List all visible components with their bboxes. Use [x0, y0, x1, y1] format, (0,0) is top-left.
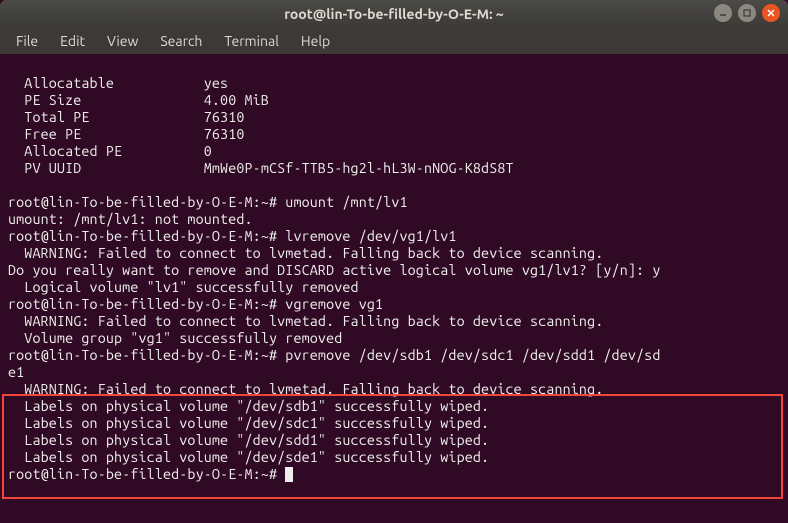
menu-file[interactable]: File: [6, 31, 48, 51]
window-controls: [714, 4, 780, 22]
prompt-line: root@lin-To-be-filled-by-O-E-M:~# pvremo…: [8, 347, 661, 363]
output-line: Allocated PE 0: [8, 143, 212, 159]
output-line: Labels on physical volume "/dev/sde1" su…: [8, 449, 489, 465]
maximize-button[interactable]: [738, 4, 756, 22]
output-line: Labels on physical volume "/dev/sdc1" su…: [8, 415, 489, 431]
prompt-line: root@lin-To-be-filled-by-O-E-M:~# vgremo…: [8, 296, 383, 312]
titlebar[interactable]: root@lin-To-be-filled-by-O-E-M: ~: [0, 0, 788, 28]
output-line: Labels on physical volume "/dev/sdd1" su…: [8, 432, 489, 448]
output-line: Allocatable yes: [8, 75, 228, 91]
output-line: [8, 177, 32, 193]
menu-search[interactable]: Search: [150, 31, 212, 51]
menu-view[interactable]: View: [97, 31, 148, 51]
output-line: WARNING: Failed to connect to lvmetad. F…: [8, 245, 603, 261]
output-line: Free PE 76310: [8, 126, 245, 142]
output-line: WARNING: Failed to connect to lvmetad. F…: [8, 381, 603, 397]
terminal-area[interactable]: Allocatable yes PE Size 4.00 MiB Total P…: [0, 54, 788, 487]
output-line: Volume group "vg1" successfully removed: [8, 330, 342, 346]
output-line: Labels on physical volume "/dev/sdb1" su…: [8, 398, 489, 414]
close-button[interactable]: [762, 4, 780, 22]
output-line: PE Size 4.00 MiB: [8, 92, 269, 108]
output-line: e1: [8, 364, 24, 380]
output-line: Total PE 76310: [8, 109, 245, 125]
menubar: File Edit View Search Terminal Help: [0, 28, 788, 54]
prompt-line: root@lin-To-be-filled-by-O-E-M:~#: [8, 466, 285, 482]
output-line: Logical volume "lv1" successfully remove…: [8, 279, 359, 295]
prompt-line: root@lin-To-be-filled-by-O-E-M:~# umount…: [8, 194, 408, 210]
menu-terminal[interactable]: Terminal: [214, 31, 289, 51]
minimize-button[interactable]: [714, 4, 732, 22]
prompt-line: root@lin-To-be-filled-by-O-E-M:~# lvremo…: [8, 228, 457, 244]
output-line: umount: /mnt/lv1: not mounted.: [8, 211, 253, 227]
output-line: WARNING: Failed to connect to lvmetad. F…: [8, 313, 603, 329]
output-line: Do you really want to remove and DISCARD…: [8, 262, 661, 278]
cursor-icon: [285, 467, 293, 482]
output-line: PV UUID MmWe0P-mCSf-TTB5-hg2l-hL3W-nNOG-…: [8, 160, 514, 176]
menu-edit[interactable]: Edit: [50, 31, 95, 51]
menu-help[interactable]: Help: [291, 31, 340, 51]
window-title: root@lin-To-be-filled-by-O-E-M: ~: [284, 6, 504, 22]
